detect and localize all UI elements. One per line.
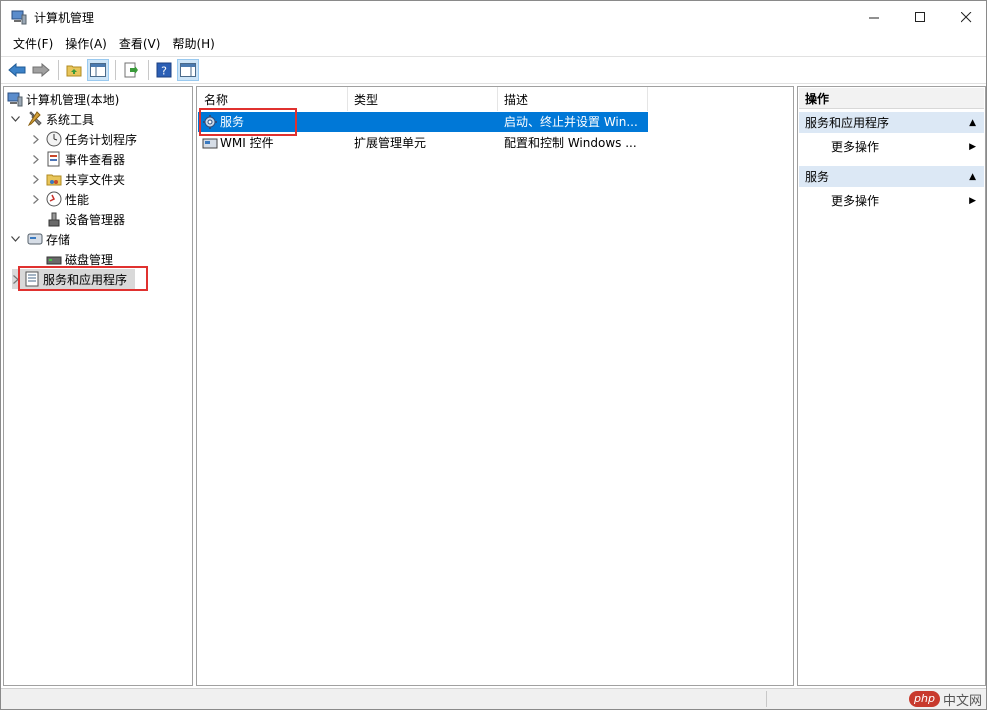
console-tree: 计算机管理(本地) 系统工具 任务计划程序 事件查看器 共享文件夹 性能 设备管…	[3, 86, 193, 686]
toolbar-separator	[148, 60, 149, 80]
window-title: 计算机管理	[34, 11, 95, 25]
watermark-site: 中文网	[942, 693, 982, 709]
back-arrow-icon[interactable]	[6, 59, 28, 81]
tree-item-root[interactable]: 计算机管理(本地)	[7, 89, 119, 109]
annotation-box	[199, 108, 297, 136]
status-segment	[766, 691, 767, 707]
action-pane: 操作 服务和应用程序 ▲ 更多操作 ▶ 服务 ▲ 更多操作 ▶	[797, 86, 986, 686]
tree-label: 设备管理器	[65, 212, 126, 227]
toolbar-separator	[115, 60, 116, 80]
tree-item-device-manager[interactable]: 设备管理器	[46, 209, 125, 229]
show-hide-tree-icon[interactable]	[87, 59, 109, 81]
shared-folder-icon	[46, 171, 62, 187]
chevron-down-icon[interactable]	[9, 233, 21, 245]
tree-label: 性能	[65, 192, 90, 207]
tree-label: 任务计划程序	[65, 132, 138, 147]
menu-action[interactable]: 操作(A)	[59, 34, 113, 54]
computer-management-window: 计算机管理 文件(F) 操作(A) 查看(V) 帮助(H) ? 计算机管理(本地…	[0, 0, 987, 710]
tree-label: 计算机管理(本地)	[26, 92, 120, 107]
menu-help[interactable]: 帮助(H)	[166, 34, 220, 54]
cell-type	[354, 112, 494, 132]
minimize-button[interactable]	[851, 1, 897, 33]
action-section-services[interactable]: 服务 ▲	[799, 166, 984, 187]
wmi-control-icon	[202, 133, 220, 153]
menu-file[interactable]: 文件(F)	[7, 34, 59, 54]
menu-view[interactable]: 查看(V)	[113, 34, 167, 54]
cell-name: WMI 控件	[220, 136, 274, 150]
menu-bar: 文件(F) 操作(A) 查看(V) 帮助(H)	[1, 33, 986, 55]
tools-icon	[27, 111, 43, 127]
computer-management-icon	[11, 9, 27, 25]
details-list: 名称 类型 描述 服务 启动、终止并设置 Win... WMI 控件 扩展管理单…	[196, 86, 794, 686]
performance-gauge-icon	[46, 191, 62, 207]
annotation-box	[18, 266, 148, 291]
tree-label: 事件查看器	[65, 152, 126, 167]
tree-label: 存储	[46, 232, 71, 247]
tree-item-storage[interactable]: 存储	[9, 229, 70, 249]
chevron-right-icon[interactable]	[30, 153, 42, 165]
action-more-actions[interactable]: 更多操作 ▶	[799, 136, 984, 157]
clock-icon	[46, 131, 62, 147]
watermark-brand: php	[909, 691, 940, 707]
help-icon[interactable]: ?	[153, 59, 175, 81]
actions-header: 操作	[799, 88, 984, 109]
maximize-button[interactable]	[897, 1, 943, 33]
column-header-type[interactable]: 类型	[348, 87, 498, 111]
list-row-wmi[interactable]: WMI 控件 扩展管理单元 配置和控制 Windows ...	[198, 133, 648, 153]
svg-text:?: ?	[161, 65, 167, 78]
submenu-arrow-icon: ▶	[969, 195, 976, 206]
export-list-icon[interactable]	[120, 59, 142, 81]
cell-description: 启动、终止并设置 Win...	[504, 115, 638, 129]
action-section-services-apps[interactable]: 服务和应用程序 ▲	[799, 112, 984, 133]
toolbar: ?	[1, 56, 986, 84]
status-bar: php 中文网	[1, 688, 986, 709]
toolbar-separator	[58, 60, 59, 80]
collapse-triangle-icon[interactable]: ▲	[969, 118, 976, 128]
chevron-right-icon[interactable]	[30, 173, 42, 185]
show-hide-action-pane-icon[interactable]	[177, 59, 199, 81]
cell-description: 配置和控制 Windows ...	[504, 136, 637, 150]
tree-label: 系统工具	[46, 112, 95, 127]
tree-label: 磁盘管理	[65, 252, 114, 267]
storage-icon	[27, 231, 43, 247]
tree-item-performance[interactable]: 性能	[30, 189, 89, 209]
title-bar[interactable]: 计算机管理	[1, 1, 986, 33]
chevron-down-icon[interactable]	[9, 113, 21, 125]
device-manager-icon	[46, 211, 62, 227]
action-more-actions[interactable]: 更多操作 ▶	[799, 190, 984, 211]
tree-label: 共享文件夹	[65, 172, 126, 187]
tree-item-task-scheduler[interactable]: 任务计划程序	[30, 129, 137, 149]
close-button[interactable]	[943, 1, 987, 33]
column-header-description[interactable]: 描述	[498, 87, 648, 111]
chevron-right-icon[interactable]	[30, 133, 42, 145]
tree-item-system-tools[interactable]: 系统工具	[9, 109, 94, 129]
submenu-arrow-icon: ▶	[969, 141, 976, 152]
watermark: php 中文网	[909, 689, 982, 709]
up-folder-icon[interactable]	[63, 59, 85, 81]
computer-management-icon	[7, 91, 23, 107]
cell-type: 扩展管理单元	[354, 136, 427, 150]
collapse-triangle-icon[interactable]: ▲	[969, 172, 976, 182]
chevron-right-icon[interactable]	[30, 193, 42, 205]
tree-item-shared-folders[interactable]: 共享文件夹	[30, 169, 125, 189]
disk-icon	[46, 251, 62, 267]
event-log-icon	[46, 151, 62, 167]
forward-arrow-icon[interactable]	[30, 59, 52, 81]
tree-item-event-viewer[interactable]: 事件查看器	[30, 149, 125, 169]
